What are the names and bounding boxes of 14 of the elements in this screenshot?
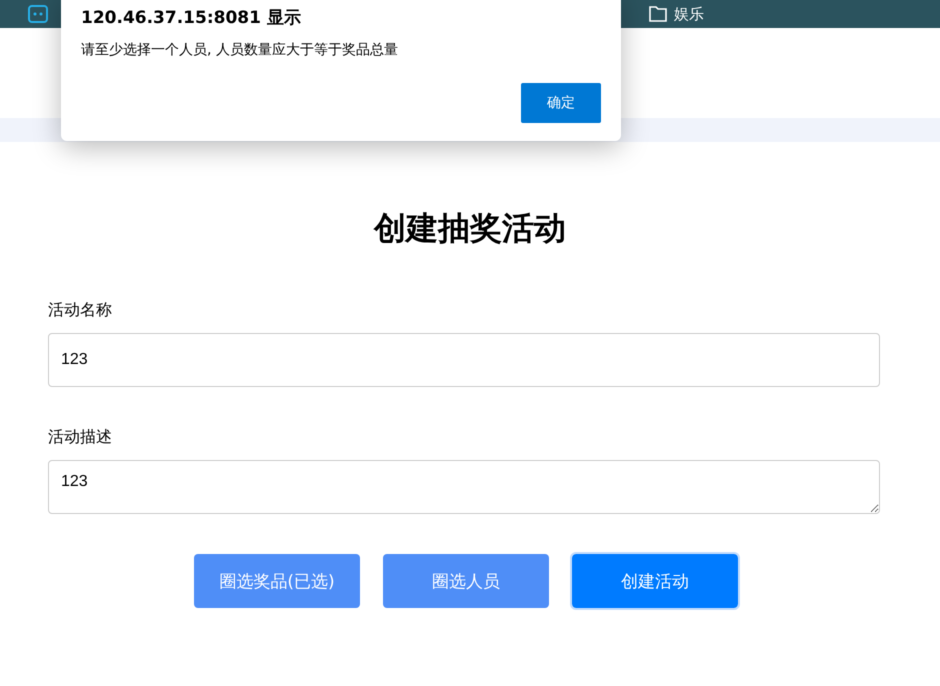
bookmark-icon — [28, 5, 48, 23]
action-button[interactable]: 圈选奖品(已选) — [194, 554, 360, 608]
field-label: 活动名称 — [48, 300, 112, 321]
ok-button[interactable]: 确定 — [521, 83, 601, 123]
field-label: 活动描述 — [48, 427, 112, 448]
textarea-field[interactable]: 123 — [48, 460, 880, 514]
dialog-title: 120.46.37.15:8081 显示 — [81, 7, 301, 29]
dialog-message: 请至少选择一个人员, 人员数量应大于等于奖品总量 — [81, 41, 399, 59]
action-button[interactable]: 创建活动 — [572, 554, 738, 608]
bookmark-label[interactable]: 娱乐 — [674, 4, 704, 24]
page-title: 创建抽奖活动 — [372, 208, 567, 249]
folder-icon — [648, 5, 668, 23]
input-field[interactable]: 123 — [48, 333, 880, 387]
action-button[interactable]: 圈选人员 — [383, 554, 549, 608]
